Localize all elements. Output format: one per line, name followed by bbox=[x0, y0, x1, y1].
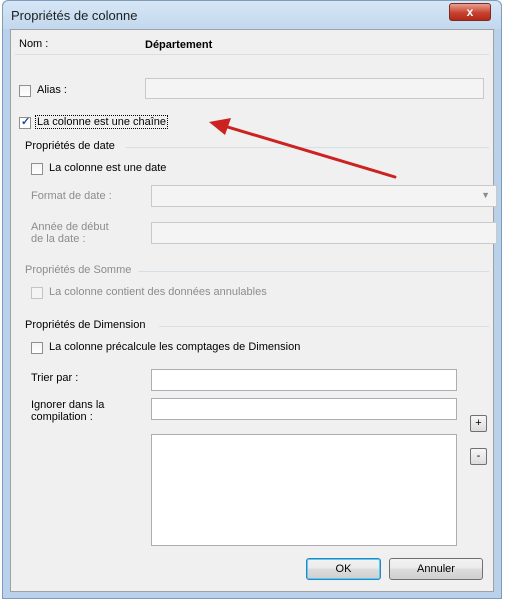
annotation-arrow bbox=[209, 118, 397, 179]
dialog-window: Propriétés de colonne x Nom : Départemen… bbox=[2, 0, 502, 599]
